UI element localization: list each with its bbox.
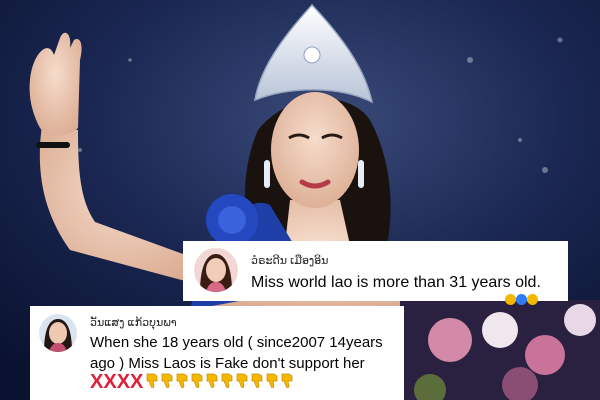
- sad-face-icon: [516, 294, 527, 305]
- flower-bouquet: [400, 300, 600, 400]
- thumbs-down-icon: [252, 373, 263, 388]
- commenter-name-2[interactable]: ວັນແສງ ແກ້ວບຸນພາ: [90, 316, 177, 329]
- comment-emoji-row: X X X X: [90, 372, 295, 392]
- angry-face-icon: [527, 294, 538, 305]
- commenter-avatar-1[interactable]: [194, 248, 238, 292]
- thumbs-down-icon: [207, 373, 218, 388]
- red-cross-icon: X: [116, 371, 131, 393]
- commenter-name-1[interactable]: ວໍຣະດີນ ເມືອງອິນ: [251, 254, 328, 267]
- red-cross-icon: X: [103, 371, 117, 393]
- red-cross-icon: X: [130, 371, 144, 393]
- red-cross-icon: X: [90, 371, 104, 393]
- comment-text-1: Miss world lao is more than 31 years old…: [251, 274, 541, 291]
- thumbs-down-icon: [282, 373, 293, 388]
- thumbs-down-icon: [147, 373, 158, 388]
- thumbs-down-icon: [505, 294, 516, 305]
- comment-card-1: ວໍຣະດີນ ເມືອງອິນ Miss world lao is more …: [183, 241, 568, 305]
- thumbs-down-icon: [237, 373, 248, 388]
- face: [271, 92, 359, 208]
- avatar-photo-icon: [39, 314, 77, 352]
- thumbs-down-icon: [177, 373, 188, 388]
- commenter-avatar-2[interactable]: [39, 314, 77, 352]
- comment-card-2: ວັນແສງ ແກ້ວບຸນພາ When she 18 years old (…: [30, 306, 404, 400]
- thumbs-down-icon: [222, 373, 233, 388]
- thumbs-down-icon: [267, 373, 278, 388]
- reaction-icons[interactable]: [505, 294, 538, 305]
- thumbs-down-icon: [192, 373, 203, 388]
- avatar-photo-icon: [194, 248, 238, 292]
- comment-text-2: When she 18 years old ( since2007 14year…: [90, 334, 387, 372]
- thumbs-down-icon: [162, 373, 173, 388]
- thumbs-down-icons: [145, 372, 295, 392]
